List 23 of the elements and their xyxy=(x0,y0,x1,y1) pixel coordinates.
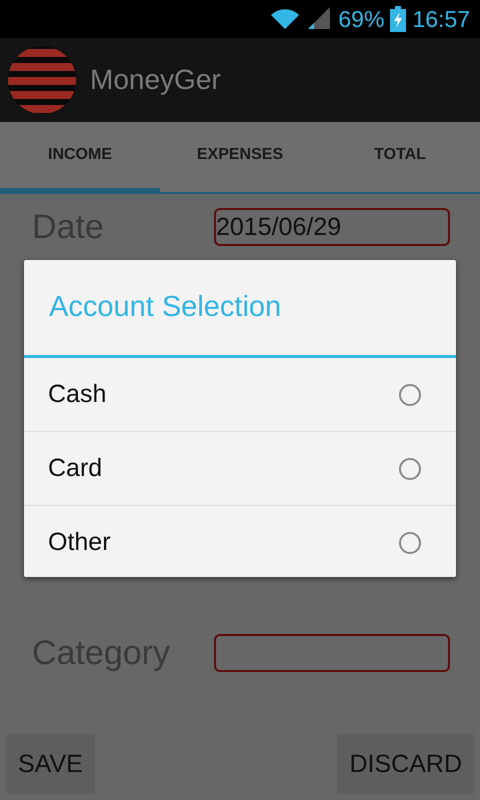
option-label: Cash xyxy=(48,380,106,409)
action-button[interactable]: DISCARD xyxy=(337,734,474,794)
radio-button[interactable] xyxy=(399,532,421,554)
option-row[interactable]: Cash xyxy=(24,358,456,432)
tab[interactable]: INCOME xyxy=(0,122,160,192)
app-title: MoneyGer xyxy=(90,64,221,96)
tab[interactable]: EXPENSES xyxy=(160,122,320,192)
battery-percent: 69% xyxy=(338,6,384,32)
option-label: Card xyxy=(48,454,102,483)
option-row[interactable]: Card xyxy=(24,432,456,506)
input-field[interactable] xyxy=(214,634,450,672)
wifi-icon xyxy=(270,7,300,31)
signal-icon xyxy=(306,7,332,31)
input-field[interactable]: 2015/06/29 xyxy=(214,208,450,246)
battery-charging-icon xyxy=(390,6,406,32)
option-label: Other xyxy=(48,528,111,557)
dialog-title: Account Selection xyxy=(24,260,456,358)
tab[interactable]: TOTAL xyxy=(320,122,480,192)
clock: 16:57 xyxy=(412,6,470,32)
option-row[interactable]: Other xyxy=(24,506,456,579)
action-button[interactable]: SAVE xyxy=(6,734,95,794)
radio-button[interactable] xyxy=(399,458,421,480)
radio-button[interactable] xyxy=(399,384,421,406)
